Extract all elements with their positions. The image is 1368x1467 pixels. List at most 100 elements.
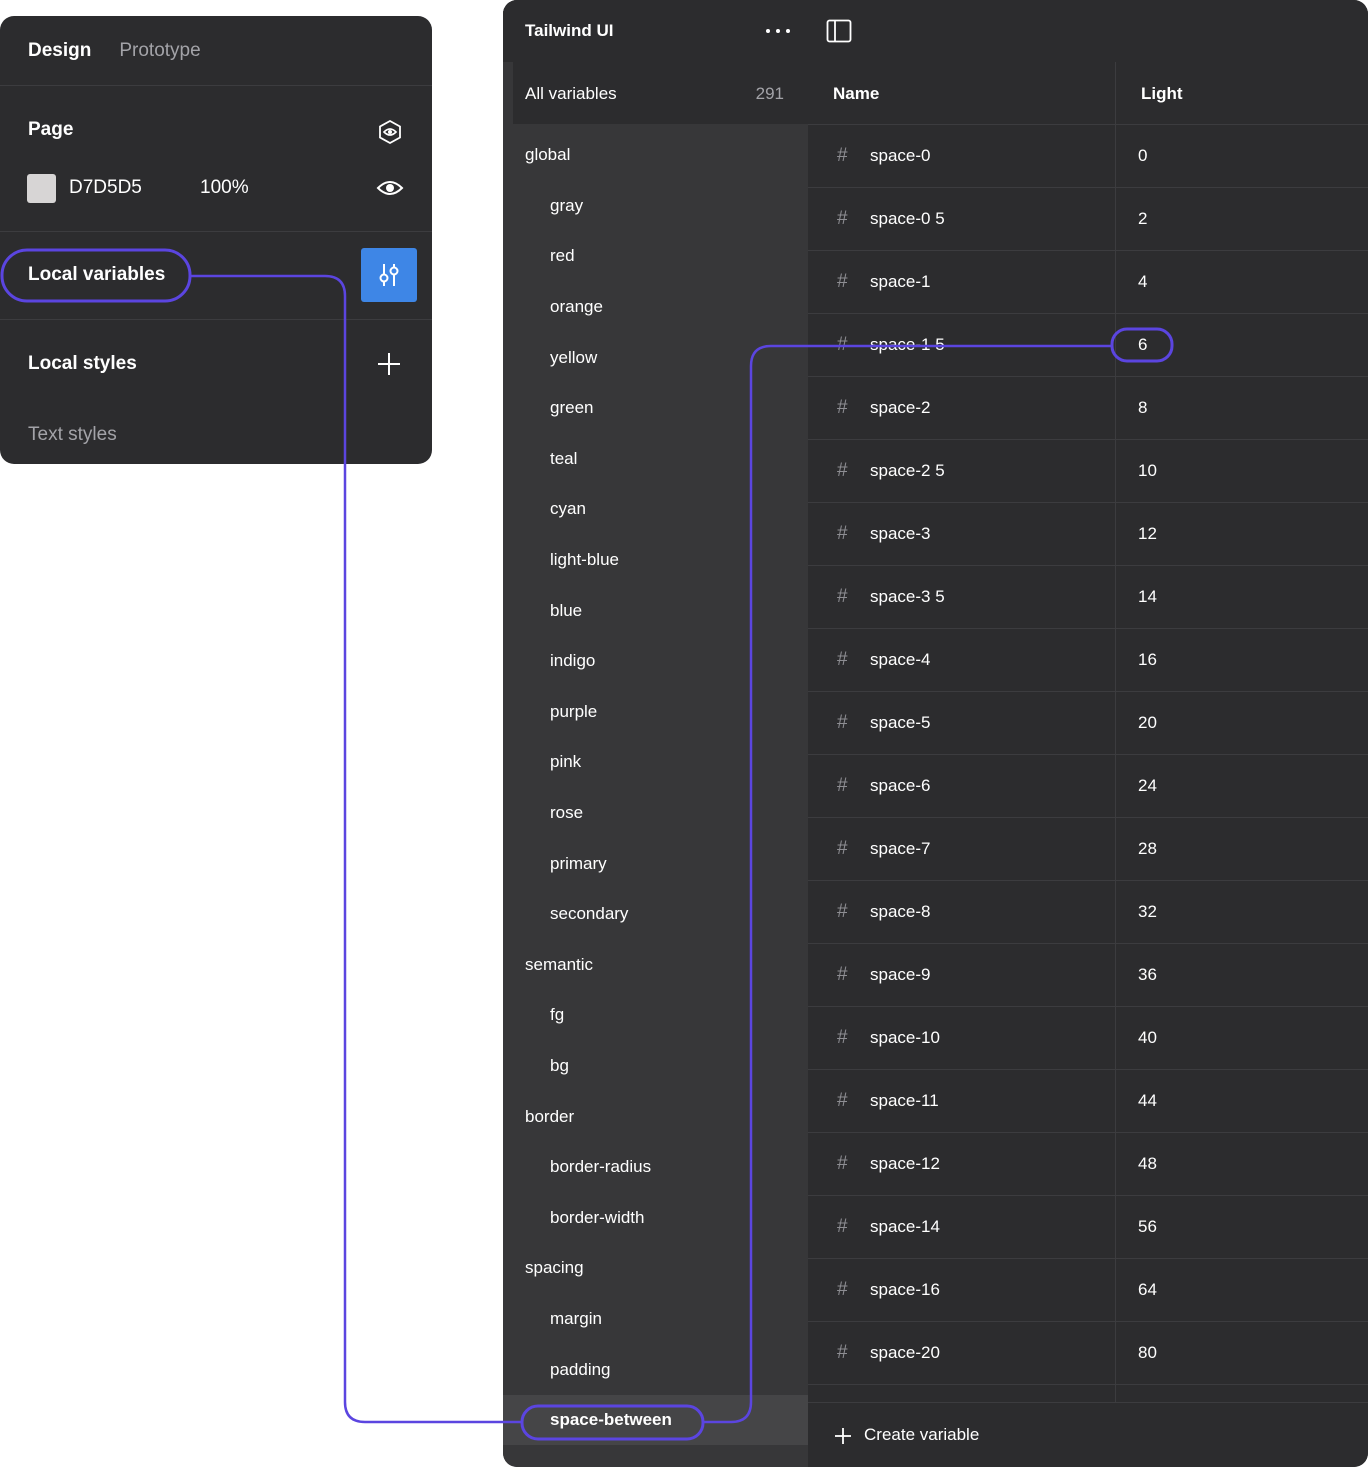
variable-name[interactable]: space-1 xyxy=(870,272,930,292)
variable-name[interactable]: space-3 5 xyxy=(870,587,945,607)
variable-value[interactable]: 44 xyxy=(1138,1091,1157,1111)
variable-value[interactable]: 12 xyxy=(1138,524,1157,544)
plus-icon[interactable] xyxy=(376,351,402,377)
table-row[interactable]: # space-5 20 xyxy=(808,692,1368,755)
variable-value[interactable]: 64 xyxy=(1138,1280,1157,1300)
variable-value[interactable]: 28 xyxy=(1138,839,1157,859)
variable-name[interactable]: space-0 xyxy=(870,146,930,166)
all-variables-item[interactable]: All variables 291 xyxy=(513,62,808,124)
variable-value[interactable]: 24 xyxy=(1138,776,1157,796)
sidebar-item-global[interactable]: global xyxy=(503,130,808,181)
variable-name[interactable]: space-12 xyxy=(870,1154,940,1174)
collection-title[interactable]: Tailwind UI xyxy=(525,21,613,41)
column-header-name[interactable]: Name xyxy=(833,84,879,104)
table-row[interactable]: # space-2 8 xyxy=(808,377,1368,440)
table-row[interactable]: # space-3 12 xyxy=(808,503,1368,566)
tab-design[interactable]: Design xyxy=(28,40,91,62)
eye-icon[interactable] xyxy=(376,178,404,198)
variable-value[interactable]: 20 xyxy=(1138,713,1157,733)
variable-value[interactable]: 8 xyxy=(1138,398,1147,418)
tab-prototype[interactable]: Prototype xyxy=(119,40,200,62)
table-row[interactable]: # space-6 24 xyxy=(808,755,1368,818)
table-row[interactable]: # space-9 36 xyxy=(808,944,1368,1007)
table-row[interactable]: # space-4 16 xyxy=(808,629,1368,692)
sidebar-toggle-icon[interactable] xyxy=(826,19,852,43)
table-row[interactable]: # space-12 48 xyxy=(808,1133,1368,1196)
sidebar-item-light-blue[interactable]: light-blue xyxy=(503,535,808,586)
variable-name[interactable]: space-2 5 xyxy=(870,461,945,481)
table-row[interactable]: # space-14 56 xyxy=(808,1196,1368,1259)
sidebar-item-secondary[interactable]: secondary xyxy=(503,889,808,940)
sidebar-item-gray[interactable]: gray xyxy=(503,181,808,232)
variable-value[interactable]: 32 xyxy=(1138,902,1157,922)
table-row[interactable]: # space-11 44 xyxy=(808,1070,1368,1133)
variable-value[interactable]: 4 xyxy=(1138,272,1147,292)
variable-value[interactable]: 48 xyxy=(1138,1154,1157,1174)
sidebar-item-purple[interactable]: purple xyxy=(503,687,808,738)
variable-name[interactable]: space-1 5 xyxy=(870,335,945,355)
sidebar-item-border-width[interactable]: border-width xyxy=(503,1192,808,1243)
sidebar-item-padding[interactable]: padding xyxy=(503,1344,808,1395)
sidebar-item-pink[interactable]: pink xyxy=(503,737,808,788)
variable-value[interactable]: 40 xyxy=(1138,1028,1157,1048)
sidebar-item-orange[interactable]: orange xyxy=(503,282,808,333)
table-row[interactable]: # space-7 28 xyxy=(808,818,1368,881)
sidebar-item-semantic[interactable]: semantic xyxy=(503,940,808,991)
variable-name[interactable]: space-0 5 xyxy=(870,209,945,229)
sidebar-item-space-between[interactable]: space-between xyxy=(503,1394,808,1446)
variable-value[interactable]: 14 xyxy=(1138,587,1157,607)
sidebar-item-bg[interactable]: bg xyxy=(503,1041,808,1092)
variable-value[interactable]: 56 xyxy=(1138,1217,1157,1237)
sidebar-item-border-radius[interactable]: border-radius xyxy=(503,1142,808,1193)
variable-value[interactable]: 16 xyxy=(1138,650,1157,670)
variable-value[interactable]: 6 xyxy=(1138,335,1147,355)
variable-value[interactable]: 36 xyxy=(1138,965,1157,985)
text-styles-label[interactable]: Text styles xyxy=(28,424,117,446)
sidebar-item-blue[interactable]: blue xyxy=(503,585,808,636)
table-row[interactable]: # space-1 5 6 xyxy=(808,314,1368,377)
variable-value[interactable]: 0 xyxy=(1138,146,1147,166)
column-header-light[interactable]: Light xyxy=(1141,84,1183,104)
open-variables-button[interactable] xyxy=(361,248,417,302)
sidebar-item-teal[interactable]: teal xyxy=(503,434,808,485)
variable-name[interactable]: space-5 xyxy=(870,713,930,733)
table-row[interactable]: # space-20 80 xyxy=(808,1322,1368,1385)
variable-name[interactable]: space-3 xyxy=(870,524,930,544)
variable-name[interactable]: space-20 xyxy=(870,1343,940,1363)
page-color-hex[interactable]: D7D5D5 xyxy=(69,177,142,199)
variable-name[interactable]: space-11 xyxy=(870,1091,939,1111)
variable-name[interactable]: space-9 xyxy=(870,965,930,985)
sidebar-item-primary[interactable]: primary xyxy=(503,838,808,889)
variable-value[interactable]: 10 xyxy=(1138,461,1157,481)
more-horizontal-icon[interactable] xyxy=(766,22,790,40)
table-row[interactable]: # space-2 5 10 xyxy=(808,440,1368,503)
table-row[interactable]: # space-10 40 xyxy=(808,1007,1368,1070)
variable-name[interactable]: space-16 xyxy=(870,1280,940,1300)
variable-value[interactable]: 2 xyxy=(1138,209,1147,229)
variable-name[interactable]: space-14 xyxy=(870,1217,940,1237)
table-row[interactable]: # space-0 0 xyxy=(808,125,1368,188)
sidebar-item-border[interactable]: border xyxy=(503,1091,808,1142)
sidebar-item-yellow[interactable]: yellow xyxy=(503,332,808,383)
sidebar-item-indigo[interactable]: indigo xyxy=(503,636,808,687)
table-row[interactable]: # space-8 32 xyxy=(808,881,1368,944)
table-row[interactable]: # space-16 64 xyxy=(808,1259,1368,1322)
sidebar-item-fg[interactable]: fg xyxy=(503,990,808,1041)
table-row[interactable]: # space-0 5 2 xyxy=(808,188,1368,251)
variable-name[interactable]: space-6 xyxy=(870,776,930,796)
hexagon-eye-icon[interactable] xyxy=(376,118,404,146)
sidebar-item-red[interactable]: red xyxy=(503,231,808,282)
variable-name[interactable]: space-2 xyxy=(870,398,930,418)
variable-name[interactable]: space-8 xyxy=(870,902,930,922)
sidebar-item-green[interactable]: green xyxy=(503,383,808,434)
variable-name[interactable]: space-7 xyxy=(870,839,930,859)
variable-value[interactable]: 80 xyxy=(1138,1343,1157,1363)
variable-name[interactable]: space-4 xyxy=(870,650,930,670)
create-variable-button[interactable]: Create variable xyxy=(808,1402,1368,1467)
variable-name[interactable]: space-10 xyxy=(870,1028,940,1048)
table-row[interactable]: # space-1 4 xyxy=(808,251,1368,314)
sidebar-item-margin[interactable]: margin xyxy=(503,1294,808,1345)
page-color-swatch[interactable] xyxy=(27,174,56,203)
sidebar-item-spacing[interactable]: spacing xyxy=(503,1243,808,1294)
sidebar-item-cyan[interactable]: cyan xyxy=(503,484,808,535)
